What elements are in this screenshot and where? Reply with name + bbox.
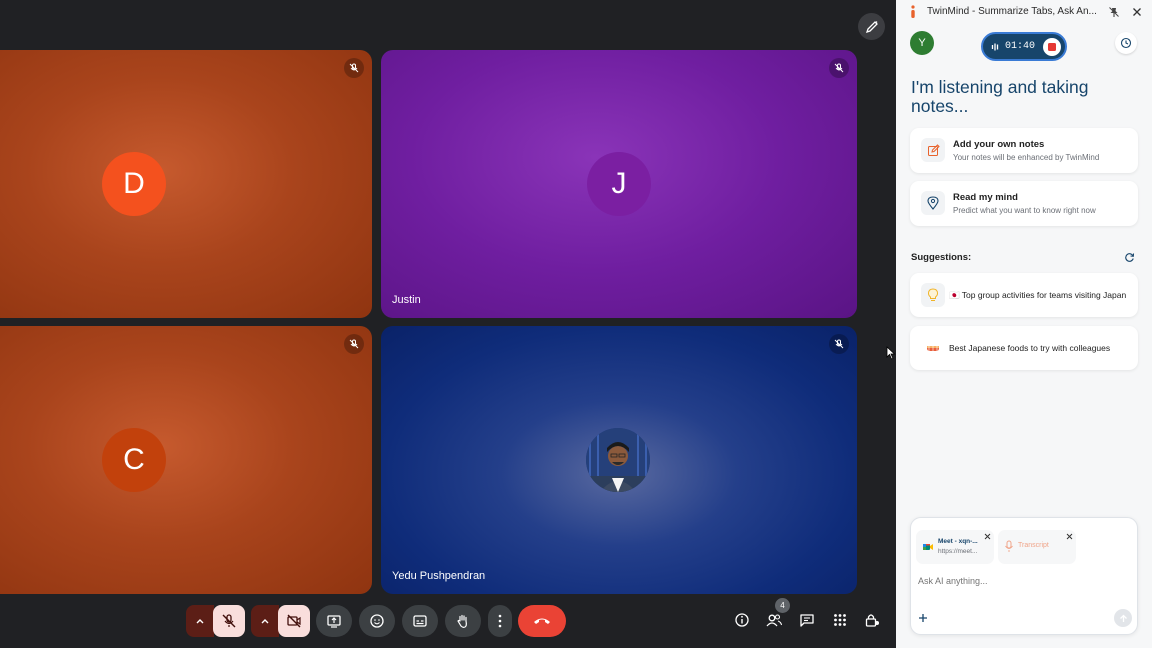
sushi-icon [921, 336, 945, 360]
send-button[interactable] [1114, 609, 1132, 627]
stop-icon [1048, 43, 1056, 51]
card-subtitle: Your notes will be enhanced by TwinMind [953, 153, 1100, 162]
ask-ai-composer: Meet - xqn-... https://meet... Transcrip… [910, 517, 1138, 635]
suggestion-item[interactable]: Best Japanese foods to try with colleagu… [910, 326, 1138, 370]
user-avatar[interactable]: Y [910, 31, 934, 55]
add-notes-card[interactable]: Add your own notes Your notes will be en… [910, 128, 1138, 173]
participant-avatar: D [102, 152, 166, 216]
leave-call-button[interactable] [518, 605, 566, 637]
suggestions-label: Suggestions: [911, 252, 972, 263]
hangup-icon [534, 618, 550, 624]
audio-wave-icon [991, 43, 999, 51]
mouse-cursor-icon [886, 346, 896, 360]
close-icon[interactable] [1066, 533, 1073, 540]
audio-options-button[interactable] [186, 605, 214, 637]
more-options-button[interactable] [488, 605, 512, 637]
card-subtitle: Predict what you want to know right now [953, 206, 1096, 215]
microphone-icon [1005, 540, 1013, 552]
chevron-up-icon [196, 619, 204, 624]
suggestion-text: 🇯🇵 Top group activities for teams visiti… [949, 290, 1127, 300]
google-meet-icon [923, 544, 933, 550]
read-my-mind-card[interactable]: Read my mind Predict what you want to kn… [910, 181, 1138, 226]
participant-avatar: C [102, 428, 166, 492]
suggestion-text: Best Japanese foods to try with colleagu… [949, 343, 1111, 353]
video-options-button[interactable] [251, 605, 279, 637]
participant-tile-yedu: Yedu Pushpendran [381, 326, 857, 594]
more-vert-icon [498, 614, 502, 628]
card-title: Read my mind [953, 192, 1018, 203]
panel-title: TwinMind - Summarize Tabs, Ask An... [927, 6, 1097, 17]
chip-title: Transcript [1018, 542, 1049, 549]
participant-avatar: J [587, 152, 651, 216]
captions-icon [413, 615, 427, 627]
panel-title-bar: TwinMind - Summarize Tabs, Ask An... [896, 0, 1152, 24]
ask-ai-input[interactable] [918, 573, 1118, 589]
mic-off-icon [829, 58, 849, 78]
mic-toggle-button[interactable] [213, 605, 245, 637]
stop-recording-button[interactable] [1043, 38, 1061, 56]
chip-subtitle: https://meet... [938, 548, 978, 555]
lightbulb-icon [921, 283, 945, 307]
context-chip-meet[interactable]: Meet - xqn-... https://meet... [916, 530, 994, 564]
participant-tile-justin: J Justin [381, 50, 857, 318]
twinmind-side-panel: TwinMind - Summarize Tabs, Ask An... Y 0… [896, 0, 1152, 648]
close-icon[interactable] [1131, 6, 1143, 18]
suggestion-item[interactable]: 🇯🇵 Top group activities for teams visiti… [910, 273, 1138, 317]
listening-heading: I'm listening and taking notes... [911, 77, 1089, 116]
info-icon [735, 613, 749, 627]
participant-tile-d: D [0, 50, 372, 318]
host-controls-button[interactable] [858, 606, 886, 634]
emoji-icon [370, 614, 384, 628]
card-title: Add your own notes [953, 139, 1045, 150]
hand-icon [457, 614, 467, 628]
clock-icon [1120, 37, 1132, 49]
people-icon [766, 614, 783, 627]
activities-button[interactable] [826, 606, 854, 634]
arrow-up-icon [1119, 614, 1127, 622]
history-button[interactable] [1115, 32, 1137, 54]
present-icon [327, 615, 341, 628]
camera-off-icon [287, 614, 301, 628]
apps-grid-icon [834, 614, 846, 626]
meeting-info-button[interactable] [728, 606, 756, 634]
close-icon[interactable] [984, 533, 991, 540]
pen-icon [865, 20, 878, 33]
twinmind-logo-icon [911, 5, 915, 18]
chip-title: Meet - xqn-... [938, 538, 978, 545]
chat-icon [800, 614, 814, 627]
participant-tile-c: C [0, 326, 372, 594]
mic-off-icon [344, 334, 364, 354]
present-screen-button[interactable] [316, 605, 352, 637]
mic-off-icon [222, 614, 236, 628]
pin-icon[interactable] [1108, 6, 1120, 18]
context-chip-transcript[interactable]: Transcript [998, 530, 1076, 564]
pen-button[interactable] [858, 13, 885, 40]
chevron-up-icon [261, 619, 269, 624]
refresh-icon[interactable] [1124, 252, 1135, 263]
camera-toggle-button[interactable] [278, 605, 310, 637]
captions-button[interactable] [402, 605, 438, 637]
participant-photo [586, 428, 650, 492]
participant-name: Yedu Pushpendran [392, 570, 486, 582]
lock-person-icon [865, 614, 879, 627]
recording-timer: 01:40 [1005, 41, 1036, 52]
meet-window: D J Justin C Yedu Pushpendran 4 [0, 0, 896, 648]
chat-button[interactable] [793, 606, 821, 634]
participant-name: Justin [392, 294, 421, 306]
location-pin-icon [921, 191, 945, 215]
edit-note-icon [921, 138, 945, 162]
raise-hand-button[interactable] [445, 605, 481, 637]
reactions-button[interactable] [359, 605, 395, 637]
mic-off-icon [829, 334, 849, 354]
participants-count-badge: 4 [775, 598, 790, 613]
recording-timer-pill[interactable]: 01:40 [981, 32, 1067, 61]
mic-off-icon [344, 58, 364, 78]
plus-icon[interactable] [918, 613, 928, 623]
